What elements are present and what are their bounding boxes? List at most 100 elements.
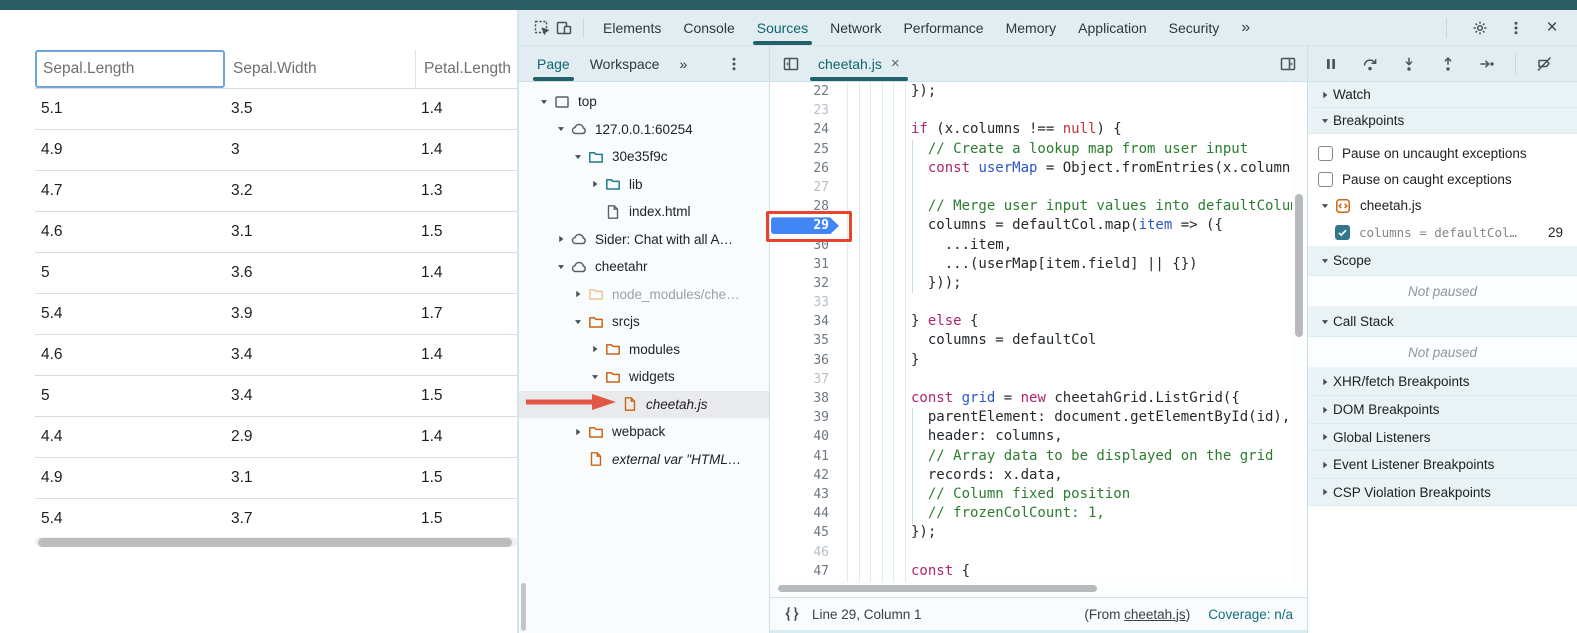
section-global-listeners[interactable]: Global Listeners bbox=[1308, 424, 1577, 451]
file-tab-cheetah-js[interactable]: cheetah.js × bbox=[808, 46, 910, 81]
table-cell[interactable]: 5.1 bbox=[35, 89, 225, 129]
table-cell[interactable]: 4.9 bbox=[35, 458, 225, 498]
pretty-print-button[interactable] bbox=[784, 606, 800, 622]
step-over-button[interactable] bbox=[1359, 51, 1381, 77]
tree-item-webpack[interactable]: webpack bbox=[519, 418, 769, 446]
table-cell[interactable]: 3.5 bbox=[225, 89, 415, 129]
line-number[interactable]: 32 bbox=[770, 274, 845, 293]
chevron-down-icon[interactable] bbox=[552, 124, 569, 134]
code-line[interactable]: 23 bbox=[770, 101, 1292, 120]
line-number[interactable]: 46 bbox=[770, 543, 845, 562]
table-cell[interactable]: 5.4 bbox=[35, 499, 225, 539]
table-cell[interactable]: 1.5 bbox=[415, 458, 517, 498]
more-tabs-button[interactable]: » bbox=[1230, 10, 1261, 45]
code-line[interactable]: 39 parentElement: document.getElementByI… bbox=[770, 408, 1292, 427]
code-line[interactable]: 44 // frozenColCount: 1, bbox=[770, 504, 1292, 523]
chevron-down-icon[interactable] bbox=[535, 97, 552, 107]
table-cell[interactable]: 5.4 bbox=[35, 294, 225, 334]
chevron-down-icon[interactable] bbox=[569, 152, 586, 162]
table-cell[interactable]: 5 bbox=[35, 376, 225, 416]
hide-navigator-button[interactable] bbox=[780, 51, 802, 77]
chevron-down-icon[interactable] bbox=[569, 317, 586, 327]
table-cell[interactable]: 1.5 bbox=[415, 499, 517, 539]
section-event-listener-breakpoints[interactable]: Event Listener Breakpoints bbox=[1308, 451, 1577, 479]
section-xhr-fetch-breakpoints[interactable]: XHR/fetch Breakpoints bbox=[1308, 368, 1577, 396]
table-cell[interactable]: 4.6 bbox=[35, 212, 225, 252]
code-line[interactable]: 25 // Create a lookup map from user inpu… bbox=[770, 140, 1292, 159]
line-number[interactable]: 36 bbox=[770, 351, 845, 370]
inspect-element-button[interactable] bbox=[531, 15, 553, 41]
tree-item-top[interactable]: top bbox=[519, 88, 769, 116]
chevron-down-icon[interactable] bbox=[552, 262, 569, 272]
code-line[interactable]: 36} bbox=[770, 351, 1292, 370]
table-cell[interactable]: 4.6 bbox=[35, 335, 225, 375]
deactivate-breakpoints-button[interactable] bbox=[1533, 51, 1555, 77]
line-number[interactable]: 23 bbox=[770, 101, 845, 120]
code-line[interactable]: 27 bbox=[770, 178, 1292, 197]
section-breakpoints[interactable]: Breakpoints bbox=[1308, 108, 1577, 134]
nav-tab-page[interactable]: Page bbox=[527, 46, 580, 81]
code-line[interactable]: 40 header: columns, bbox=[770, 427, 1292, 446]
more-nav-tabs-button[interactable]: » bbox=[669, 46, 697, 81]
line-number[interactable]: 31 bbox=[770, 255, 845, 274]
line-number[interactable]: 35 bbox=[770, 331, 845, 350]
code-line[interactable]: 43 // Column fixed position bbox=[770, 485, 1292, 504]
tree-item-lib[interactable]: lib bbox=[519, 171, 769, 199]
table-cell[interactable]: 3.4 bbox=[225, 376, 415, 416]
code-line[interactable]: 41 // Array data to be displayed on the … bbox=[770, 447, 1292, 466]
page-horizontal-scrollbar[interactable] bbox=[35, 537, 517, 547]
table-cell[interactable]: 3.9 bbox=[225, 294, 415, 334]
line-number[interactable]: 39 bbox=[770, 408, 845, 427]
show-debugger-sidebar-button[interactable] bbox=[1277, 51, 1299, 77]
section-watch[interactable]: Watch bbox=[1308, 82, 1577, 108]
line-number[interactable]: 47 bbox=[770, 562, 845, 581]
pause-button[interactable] bbox=[1320, 51, 1342, 77]
line-number[interactable]: 40 bbox=[770, 427, 845, 446]
table-cell[interactable]: 4.4 bbox=[35, 417, 225, 457]
tab-application[interactable]: Application bbox=[1067, 10, 1158, 45]
tab-sources[interactable]: Sources bbox=[746, 10, 819, 45]
table-cell[interactable]: 4.9 bbox=[35, 130, 225, 170]
line-number[interactable]: 45 bbox=[770, 523, 845, 542]
tree-item-srcjs[interactable]: srcjs bbox=[519, 308, 769, 336]
scrollbar-thumb[interactable] bbox=[1295, 194, 1303, 337]
breakpoint-file-group[interactable]: cheetah.js bbox=[1308, 192, 1577, 219]
tab-memory[interactable]: Memory bbox=[995, 10, 1068, 45]
tree-item-node-modules-che[interactable]: node_modules/che… bbox=[519, 281, 769, 309]
code-line[interactable]: 42 records: x.data, bbox=[770, 466, 1292, 485]
chevron-down-icon[interactable] bbox=[586, 372, 603, 382]
line-number[interactable]: 42 bbox=[770, 466, 845, 485]
tab-console[interactable]: Console bbox=[672, 10, 745, 45]
table-cell[interactable]: 3 bbox=[225, 130, 415, 170]
settings-button[interactable] bbox=[1469, 15, 1491, 41]
section-dom-breakpoints[interactable]: DOM Breakpoints bbox=[1308, 396, 1577, 424]
table-cell[interactable]: 3.4 bbox=[225, 335, 415, 375]
code-line[interactable]: 46 bbox=[770, 543, 1292, 562]
tab-elements[interactable]: Elements bbox=[592, 10, 672, 45]
code-line[interactable]: 31 ...(userMap[item.field] || {}) bbox=[770, 255, 1292, 274]
navigator-menu-button[interactable] bbox=[723, 51, 745, 77]
table-cell[interactable]: 5 bbox=[35, 253, 225, 293]
code-line[interactable]: 37 bbox=[770, 370, 1292, 389]
step-into-button[interactable] bbox=[1398, 51, 1420, 77]
close-devtools-button[interactable]: × bbox=[1541, 15, 1563, 41]
line-number[interactable]: 24 bbox=[770, 120, 845, 139]
tree-item-modules[interactable]: modules bbox=[519, 336, 769, 364]
line-number[interactable]: 34 bbox=[770, 312, 845, 331]
source-file-link[interactable]: cheetah.js bbox=[1124, 607, 1186, 622]
table-header-cell[interactable]: Petal.Length bbox=[415, 50, 517, 88]
step-button[interactable] bbox=[1476, 51, 1498, 77]
table-header-cell[interactable]: Sepal.Length bbox=[35, 50, 225, 88]
chevron-right-icon[interactable] bbox=[552, 234, 569, 244]
table-cell[interactable]: 1.4 bbox=[415, 335, 517, 375]
table-cell[interactable]: 3.1 bbox=[225, 212, 415, 252]
code-line[interactable]: 35 columns = defaultCol bbox=[770, 331, 1292, 350]
code-line[interactable]: 26 const userMap = Object.fromEntries(x.… bbox=[770, 159, 1292, 178]
code-line[interactable]: 24if (x.columns !== null) { bbox=[770, 120, 1292, 139]
checkbox-pause-on-uncaught-exceptions[interactable]: Pause on uncaught exceptions bbox=[1308, 140, 1577, 166]
editor-vertical-scrollbar[interactable] bbox=[1292, 82, 1307, 582]
editor-horizontal-scrollbar[interactable] bbox=[770, 582, 1307, 597]
tree-item-widgets[interactable]: widgets bbox=[519, 363, 769, 391]
table-cell[interactable]: 1.4 bbox=[415, 417, 517, 457]
chevron-right-icon[interactable] bbox=[569, 289, 586, 299]
